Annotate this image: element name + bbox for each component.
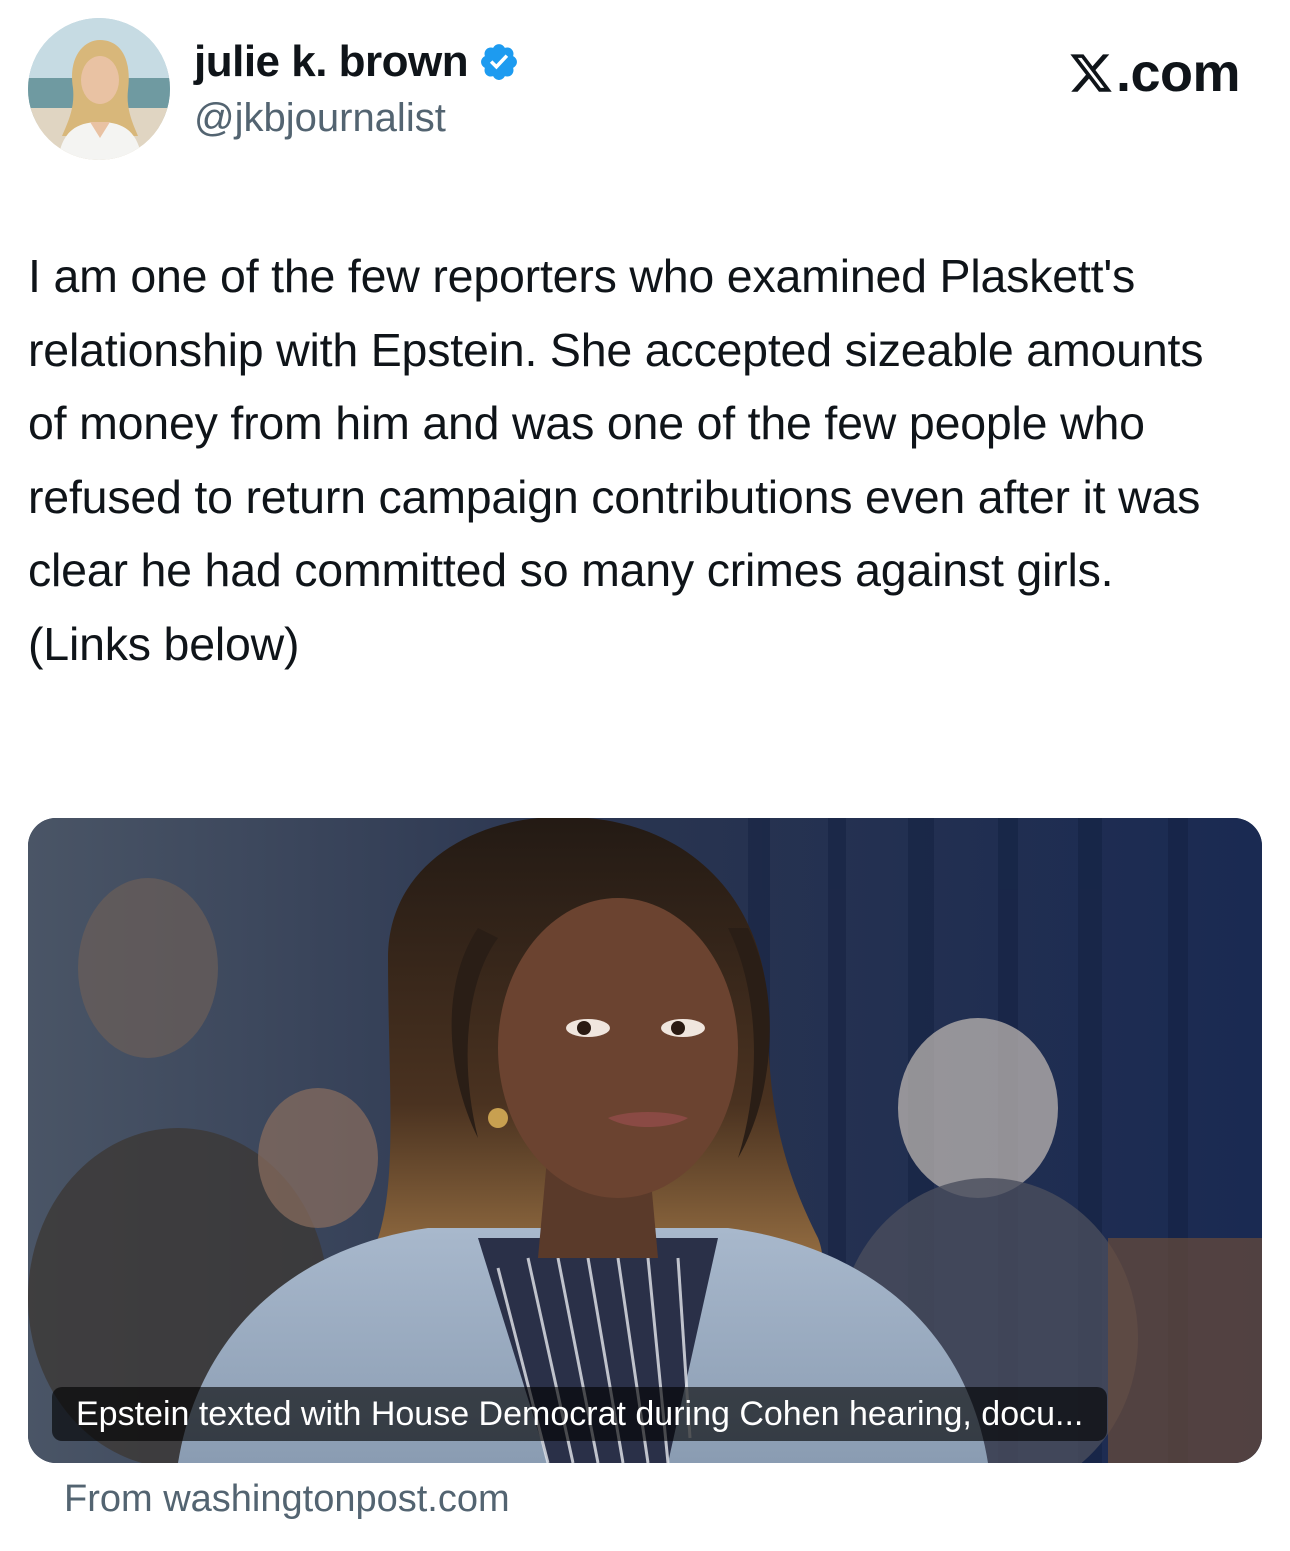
brand-domain-label: .com bbox=[1115, 43, 1241, 103]
article-photo bbox=[28, 818, 1262, 1463]
author-display-name[interactable]: julie k. brown bbox=[194, 37, 469, 87]
verified-badge-icon bbox=[481, 44, 518, 80]
name-row: julie k. brown bbox=[194, 34, 520, 90]
author-avatar[interactable] bbox=[28, 18, 170, 160]
tweet-body-text: I am one of the few reporters who examin… bbox=[28, 250, 1204, 670]
tweet-header: julie k. brown @jkbjournalist .com bbox=[28, 18, 1262, 168]
x-logo-icon bbox=[1070, 54, 1112, 92]
x-com-brand: .com bbox=[1068, 42, 1241, 104]
link-preview-card[interactable]: Epstein texted with House Democrat durin… bbox=[28, 818, 1262, 1463]
avatar-photo bbox=[28, 18, 170, 160]
author-info: julie k. brown @jkbjournalist bbox=[194, 34, 520, 141]
author-handle[interactable]: @jkbjournalist bbox=[194, 96, 520, 141]
link-card-title[interactable]: Epstein texted with House Democrat durin… bbox=[52, 1387, 1108, 1441]
link-source-domain[interactable]: From washingtonpost.com bbox=[64, 1478, 510, 1521]
